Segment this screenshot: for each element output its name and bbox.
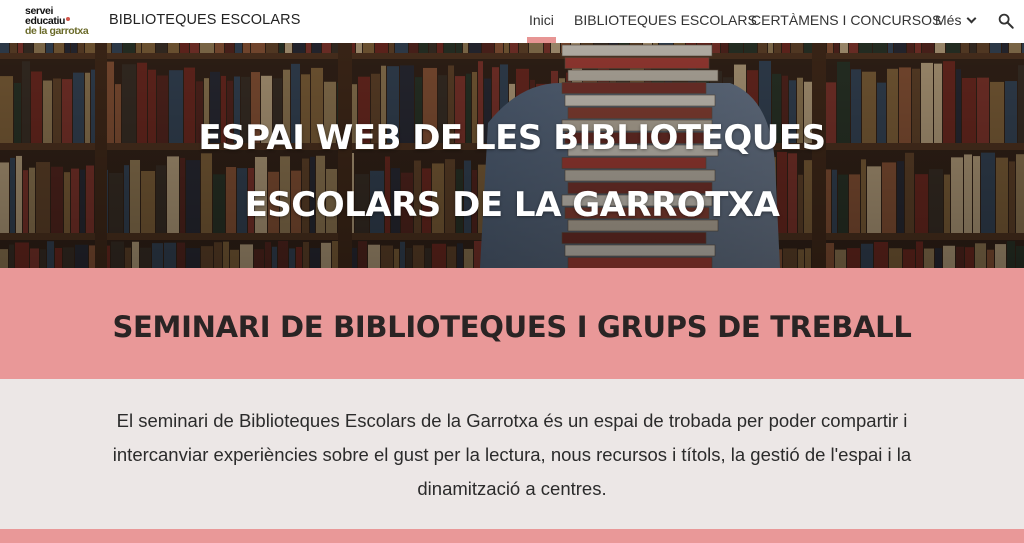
main-nav: Inici BIBLIOTEQUES ESCOLARS CERTÀMENS I … [0, 12, 1024, 43]
hero-banner: ESPAI WEB DE LES BIBLIOTEQUES ESCOLARS D… [0, 43, 1024, 268]
intro-text: El seminari de Biblioteques Escolars de … [112, 410, 912, 499]
intro-section: El seminari de Biblioteques Escolars de … [0, 379, 1024, 529]
bottom-accent-band [0, 529, 1024, 543]
nav-item-inici[interactable]: Inici [527, 12, 556, 43]
hero-title-line-2: ESCOLARS DE LA GARROTXA [244, 185, 780, 225]
search-icon[interactable] [997, 12, 1015, 30]
nav-more-label: Més [935, 12, 962, 28]
chevron-down-icon [967, 13, 977, 24]
hero-title-line-1: ESPAI WEB DE LES BIBLIOTEQUES [198, 118, 826, 158]
site-header: servei educatiu de la garrotxa BIBLIOTEQ… [0, 0, 1024, 43]
section-heading: SEMINARI DE BIBLIOTEQUES I GRUPS DE TREB… [112, 310, 912, 344]
section-heading-band: SEMINARI DE BIBLIOTEQUES I GRUPS DE TREB… [0, 268, 1024, 379]
nav-item-mes[interactable]: Més [935, 12, 977, 28]
hero-title: ESPAI WEB DE LES BIBLIOTEQUES ESCOLARS D… [0, 105, 1024, 239]
nav-item-certamens-concursos[interactable]: CERTÀMENS I CONCURSOS [751, 12, 941, 28]
nav-item-biblioteques-escolars[interactable]: BIBLIOTEQUES ESCOLARS [574, 12, 757, 28]
